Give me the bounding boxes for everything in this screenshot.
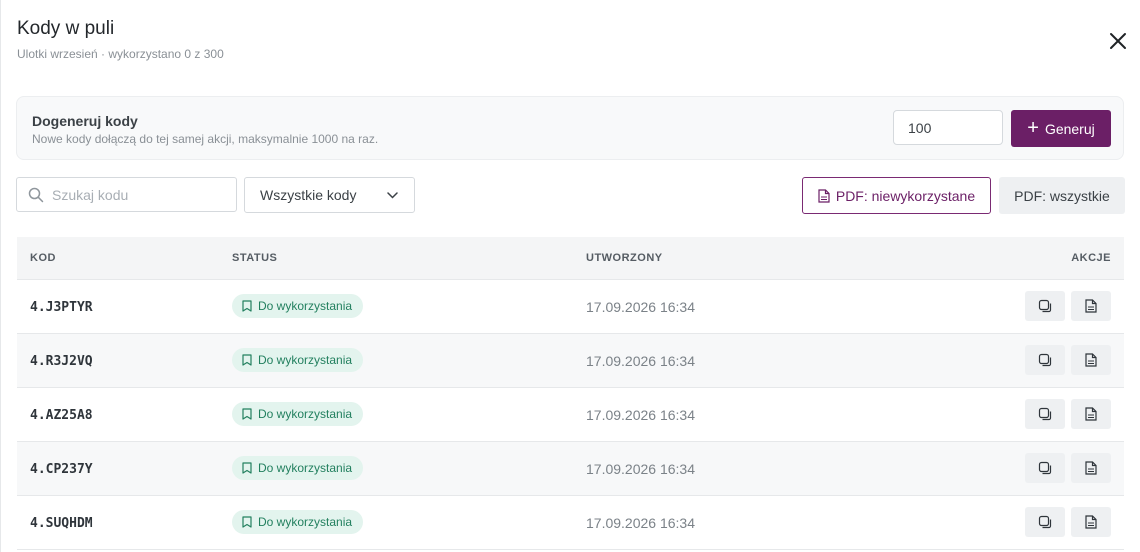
- ticket-icon: [242, 516, 252, 528]
- status-filter-value: Wszystkie kody: [260, 187, 357, 203]
- column-header-actions: AKCJE: [1071, 252, 1111, 264]
- status-label: Do wykorzystania: [258, 515, 353, 529]
- generate-button[interactable]: + Generuj: [1011, 110, 1111, 147]
- copy-icon: [1038, 515, 1052, 529]
- column-header-created: UTWORZONY: [586, 252, 663, 264]
- table-row: 4.AZ25A8 Do wykorzystania 17.09.2026 16:…: [17, 388, 1124, 442]
- code-value: 4.AZ25A8: [30, 408, 93, 423]
- status-badge: Do wykorzystania: [232, 510, 364, 534]
- table-row: 4.R3J2VQ Do wykorzystania 17.09.2026 16:…: [17, 334, 1124, 388]
- download-pdf-button[interactable]: [1071, 399, 1111, 429]
- pdf-file-icon: [1085, 353, 1097, 367]
- status-label: Do wykorzystania: [258, 407, 353, 421]
- pdf-file-icon: [1085, 299, 1097, 313]
- created-date: 17.09.2026 16:34: [586, 407, 695, 423]
- ticket-icon: [242, 354, 252, 366]
- status-badge: Do wykorzystania: [232, 348, 364, 372]
- copy-icon: [1038, 299, 1052, 313]
- copy-icon: [1038, 461, 1052, 475]
- created-date: 17.09.2026 16:34: [586, 515, 695, 531]
- created-date: 17.09.2026 16:34: [586, 461, 695, 477]
- codes-table: KOD STATUS UTWORZONY AKCJE 4.J3PTYR Do w…: [17, 237, 1124, 550]
- copy-code-button[interactable]: [1025, 291, 1065, 321]
- copy-code-button[interactable]: [1025, 453, 1065, 483]
- table-row: 4.SUQHDM Do wykorzystania 17.09.2026 16:…: [17, 496, 1124, 550]
- generate-count-input[interactable]: [893, 110, 1003, 145]
- generate-description: Nowe kody dołączą do tej samej akcji, ma…: [32, 132, 379, 146]
- copy-code-button[interactable]: [1025, 507, 1065, 537]
- download-pdf-button[interactable]: [1071, 291, 1111, 321]
- generate-codes-panel: Dogeneruj kody Nowe kody dołączą do tej …: [16, 96, 1124, 160]
- pdf-file-icon: [1085, 515, 1097, 529]
- codes-pool-modal: Kody w puli Ulotki wrzesień · wykorzysta…: [0, 0, 1140, 552]
- chevron-down-icon: [387, 191, 398, 199]
- column-header-status: STATUS: [232, 252, 278, 264]
- download-pdf-button[interactable]: [1071, 345, 1111, 375]
- copy-icon: [1038, 353, 1052, 367]
- pdf-file-icon: [1085, 407, 1097, 421]
- copy-code-button[interactable]: [1025, 399, 1065, 429]
- status-filter-select[interactable]: Wszystkie kody: [244, 177, 415, 213]
- search-input[interactable]: [52, 186, 222, 203]
- modal-title: Kody w puli: [17, 18, 115, 39]
- table-body: 4.J3PTYR Do wykorzystania 17.09.2026 16:…: [17, 280, 1124, 550]
- copy-icon: [1038, 407, 1052, 421]
- code-value: 4.CP237Y: [30, 462, 93, 477]
- modal-subtitle: Ulotki wrzesień · wykorzystano 0 z 300: [17, 47, 224, 61]
- table-row: 4.J3PTYR Do wykorzystania 17.09.2026 16:…: [17, 280, 1124, 334]
- ticket-icon: [242, 462, 252, 474]
- pdf-all-button[interactable]: PDF: wszystkie: [999, 177, 1125, 214]
- pdf-unused-label: PDF: niewykorzystane: [835, 187, 976, 204]
- created-date: 17.09.2026 16:34: [586, 299, 695, 315]
- table-row: 4.CP237Y Do wykorzystania 17.09.2026 16:…: [17, 442, 1124, 496]
- code-value: 4.R3J2VQ: [30, 354, 93, 369]
- generate-button-label: Generuj: [1044, 120, 1095, 137]
- status-badge: Do wykorzystania: [232, 402, 364, 426]
- close-button[interactable]: [1105, 28, 1131, 54]
- plus-icon: +: [1027, 116, 1039, 139]
- status-label: Do wykorzystania: [258, 461, 353, 475]
- status-label: Do wykorzystania: [258, 299, 353, 313]
- generate-title: Dogeneruj kody: [32, 113, 138, 129]
- code-value: 4.SUQHDM: [30, 516, 93, 531]
- search-box[interactable]: [16, 177, 237, 212]
- pdf-all-label: PDF: wszystkie: [1014, 187, 1110, 204]
- pdf-file-icon: [818, 188, 830, 203]
- ticket-icon: [242, 300, 252, 312]
- created-date: 17.09.2026 16:34: [586, 353, 695, 369]
- copy-code-button[interactable]: [1025, 345, 1065, 375]
- column-header-code: KOD: [30, 252, 56, 264]
- status-label: Do wykorzystania: [258, 353, 353, 367]
- ticket-icon: [242, 408, 252, 420]
- table-header: KOD STATUS UTWORZONY AKCJE: [17, 237, 1124, 280]
- close-icon: [1110, 33, 1126, 49]
- download-pdf-button[interactable]: [1071, 507, 1111, 537]
- pdf-file-icon: [1085, 461, 1097, 475]
- status-badge: Do wykorzystania: [232, 456, 364, 480]
- code-value: 4.J3PTYR: [30, 300, 93, 315]
- pdf-unused-button[interactable]: PDF: niewykorzystane: [802, 177, 991, 214]
- download-pdf-button[interactable]: [1071, 453, 1111, 483]
- search-icon: [28, 187, 44, 202]
- status-badge: Do wykorzystania: [232, 294, 364, 318]
